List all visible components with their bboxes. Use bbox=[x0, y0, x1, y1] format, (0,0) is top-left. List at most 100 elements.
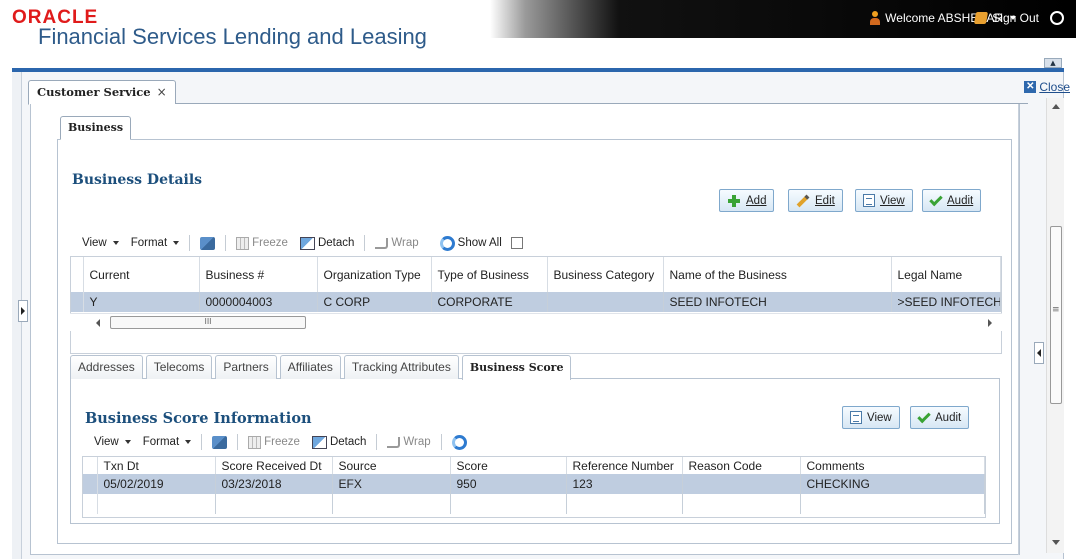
table-cell: 03/23/2018 bbox=[215, 474, 333, 494]
tab-telecoms[interactable]: Telecoms bbox=[145, 355, 213, 379]
close-tab-icon[interactable]: × bbox=[157, 81, 167, 104]
collapse-header-button[interactable]: ▲ bbox=[1044, 58, 1062, 68]
column-header[interactable]: Score Received Dt bbox=[215, 457, 333, 474]
detach-label: Detach bbox=[329, 436, 367, 448]
business-details-toolbar: View Format Freeze Detach Wrap Show All bbox=[76, 231, 529, 255]
tab-tracking-attributes[interactable]: Tracking Attributes bbox=[343, 355, 459, 379]
table-row[interactable]: Y 0000004003 C CORP CORPORATE SEED INFOT… bbox=[71, 292, 1001, 312]
row-selector[interactable] bbox=[71, 292, 84, 312]
column-header[interactable]: Score bbox=[450, 457, 567, 474]
tab-partners[interactable]: Partners bbox=[215, 355, 277, 379]
toolbar-separator bbox=[364, 235, 366, 251]
wrap-icon bbox=[387, 436, 401, 448]
business-score-toolbar: View Format Freeze Detach Wrap bbox=[88, 430, 473, 454]
product-title: Financial Services Lending and Leasing bbox=[38, 24, 427, 49]
toolbar-separator bbox=[237, 434, 239, 450]
sign-out-link[interactable]: Sign Out bbox=[974, 11, 1064, 25]
table-cell: 05/02/2019 bbox=[97, 474, 216, 494]
tab-business[interactable]: Business bbox=[60, 116, 132, 140]
show-all-checkbox[interactable] bbox=[510, 237, 523, 249]
wrap-button[interactable]: Wrap bbox=[381, 436, 436, 448]
scroll-down-icon[interactable] bbox=[1052, 540, 1060, 545]
table-cell bbox=[97, 494, 216, 514]
export-button[interactable] bbox=[206, 435, 233, 449]
column-header[interactable]: Business # bbox=[199, 257, 318, 292]
row-selector[interactable] bbox=[83, 474, 98, 494]
view-doc-icon bbox=[863, 194, 875, 207]
view-button[interactable]: View bbox=[855, 189, 913, 212]
expand-left-panel-button[interactable] bbox=[18, 300, 28, 322]
tab-affiliates[interactable]: Affiliates bbox=[279, 355, 341, 379]
table-cell: 123 bbox=[566, 474, 683, 494]
detach-button[interactable]: Detach bbox=[294, 236, 360, 250]
detach-button[interactable]: Detach bbox=[306, 435, 372, 449]
column-header[interactable]: Type of Business bbox=[431, 257, 548, 292]
chevron-down-icon bbox=[185, 440, 192, 444]
close-link[interactable]: ✕ Close bbox=[1024, 80, 1070, 94]
show-all-button[interactable]: Show All bbox=[434, 235, 529, 251]
toolbar-separator bbox=[225, 235, 227, 251]
table-cell: EFX bbox=[332, 474, 451, 494]
tab-addresses[interactable]: Addresses bbox=[70, 355, 143, 379]
add-button[interactable]: Add bbox=[719, 189, 775, 212]
format-menu[interactable]: Format bbox=[125, 237, 185, 249]
tab-customer-service[interactable]: Customer Service × bbox=[28, 80, 176, 105]
detach-label: Detach bbox=[317, 237, 355, 249]
oracle-ring-icon bbox=[1050, 11, 1064, 25]
close-label: Close bbox=[1039, 80, 1070, 94]
scroll-left-icon[interactable] bbox=[96, 319, 100, 327]
freeze-button[interactable]: Freeze bbox=[242, 435, 306, 449]
column-header[interactable]: Organization Type bbox=[317, 257, 432, 292]
export-button[interactable] bbox=[194, 236, 221, 250]
show-all-label: Show All bbox=[457, 237, 502, 249]
column-header[interactable]: Legal Name bbox=[891, 257, 1001, 292]
view-menu[interactable]: View bbox=[76, 237, 125, 249]
tab-business-score[interactable]: Business Score bbox=[461, 355, 572, 380]
wrap-button[interactable]: Wrap bbox=[369, 237, 424, 249]
business-details-title: Business Details bbox=[72, 172, 203, 188]
scroll-right-icon[interactable] bbox=[988, 319, 992, 327]
column-header[interactable]: Name of the Business bbox=[663, 257, 892, 292]
toolbar-separator bbox=[429, 235, 430, 251]
chevron-down-icon bbox=[173, 241, 180, 245]
scroll-up-icon[interactable] bbox=[1052, 104, 1060, 109]
hscroll-thumb[interactable]: III bbox=[110, 316, 306, 329]
freeze-label: Freeze bbox=[264, 436, 300, 448]
table-row[interactable]: 05/02/2019 03/23/2018 EFX 950 123 CHECKI… bbox=[83, 474, 985, 494]
audit-button[interactable]: Audit bbox=[922, 189, 982, 212]
scroll-thumb[interactable] bbox=[1050, 226, 1062, 404]
score-view-button[interactable]: View bbox=[842, 406, 900, 429]
toolbar-separator bbox=[376, 434, 378, 450]
check-icon bbox=[929, 192, 943, 206]
toolbar-separator bbox=[189, 235, 191, 251]
column-header[interactable]: Reference Number bbox=[566, 457, 683, 474]
column-header[interactable]: Business Category bbox=[547, 257, 664, 292]
inner-divider bbox=[1018, 104, 1019, 555]
wrap-label: Wrap bbox=[403, 436, 431, 448]
refresh-button[interactable] bbox=[446, 434, 473, 450]
freeze-button[interactable]: Freeze bbox=[230, 236, 294, 250]
table-cell bbox=[332, 494, 451, 514]
score-audit-button[interactable]: Audit bbox=[910, 406, 970, 429]
toolbar-separator bbox=[201, 434, 203, 450]
table-cell bbox=[682, 494, 801, 514]
column-header[interactable]: Txn Dt bbox=[97, 457, 216, 474]
detach-icon bbox=[311, 435, 327, 449]
edit-button[interactable]: Edit bbox=[788, 189, 843, 212]
view-menu[interactable]: View bbox=[88, 436, 137, 448]
vertical-scrollbar[interactable] bbox=[1046, 98, 1064, 553]
column-header[interactable]: Current bbox=[83, 257, 200, 292]
format-menu-label: Format bbox=[142, 436, 180, 448]
table-cell bbox=[215, 494, 333, 514]
freeze-icon bbox=[236, 236, 250, 250]
column-header[interactable]: Comments bbox=[800, 457, 985, 474]
column-header[interactable]: Reason Code bbox=[682, 457, 801, 474]
horizontal-scrollbar[interactable]: III bbox=[70, 313, 1002, 331]
close-icon: ✕ bbox=[1024, 81, 1037, 93]
sign-out-label: Sign Out bbox=[992, 11, 1039, 25]
edit-label: Edit bbox=[815, 194, 835, 207]
column-header[interactable]: Source bbox=[332, 457, 451, 474]
format-menu[interactable]: Format bbox=[137, 436, 197, 448]
table-cell bbox=[566, 494, 683, 514]
expand-right-panel-button[interactable] bbox=[1034, 342, 1044, 364]
